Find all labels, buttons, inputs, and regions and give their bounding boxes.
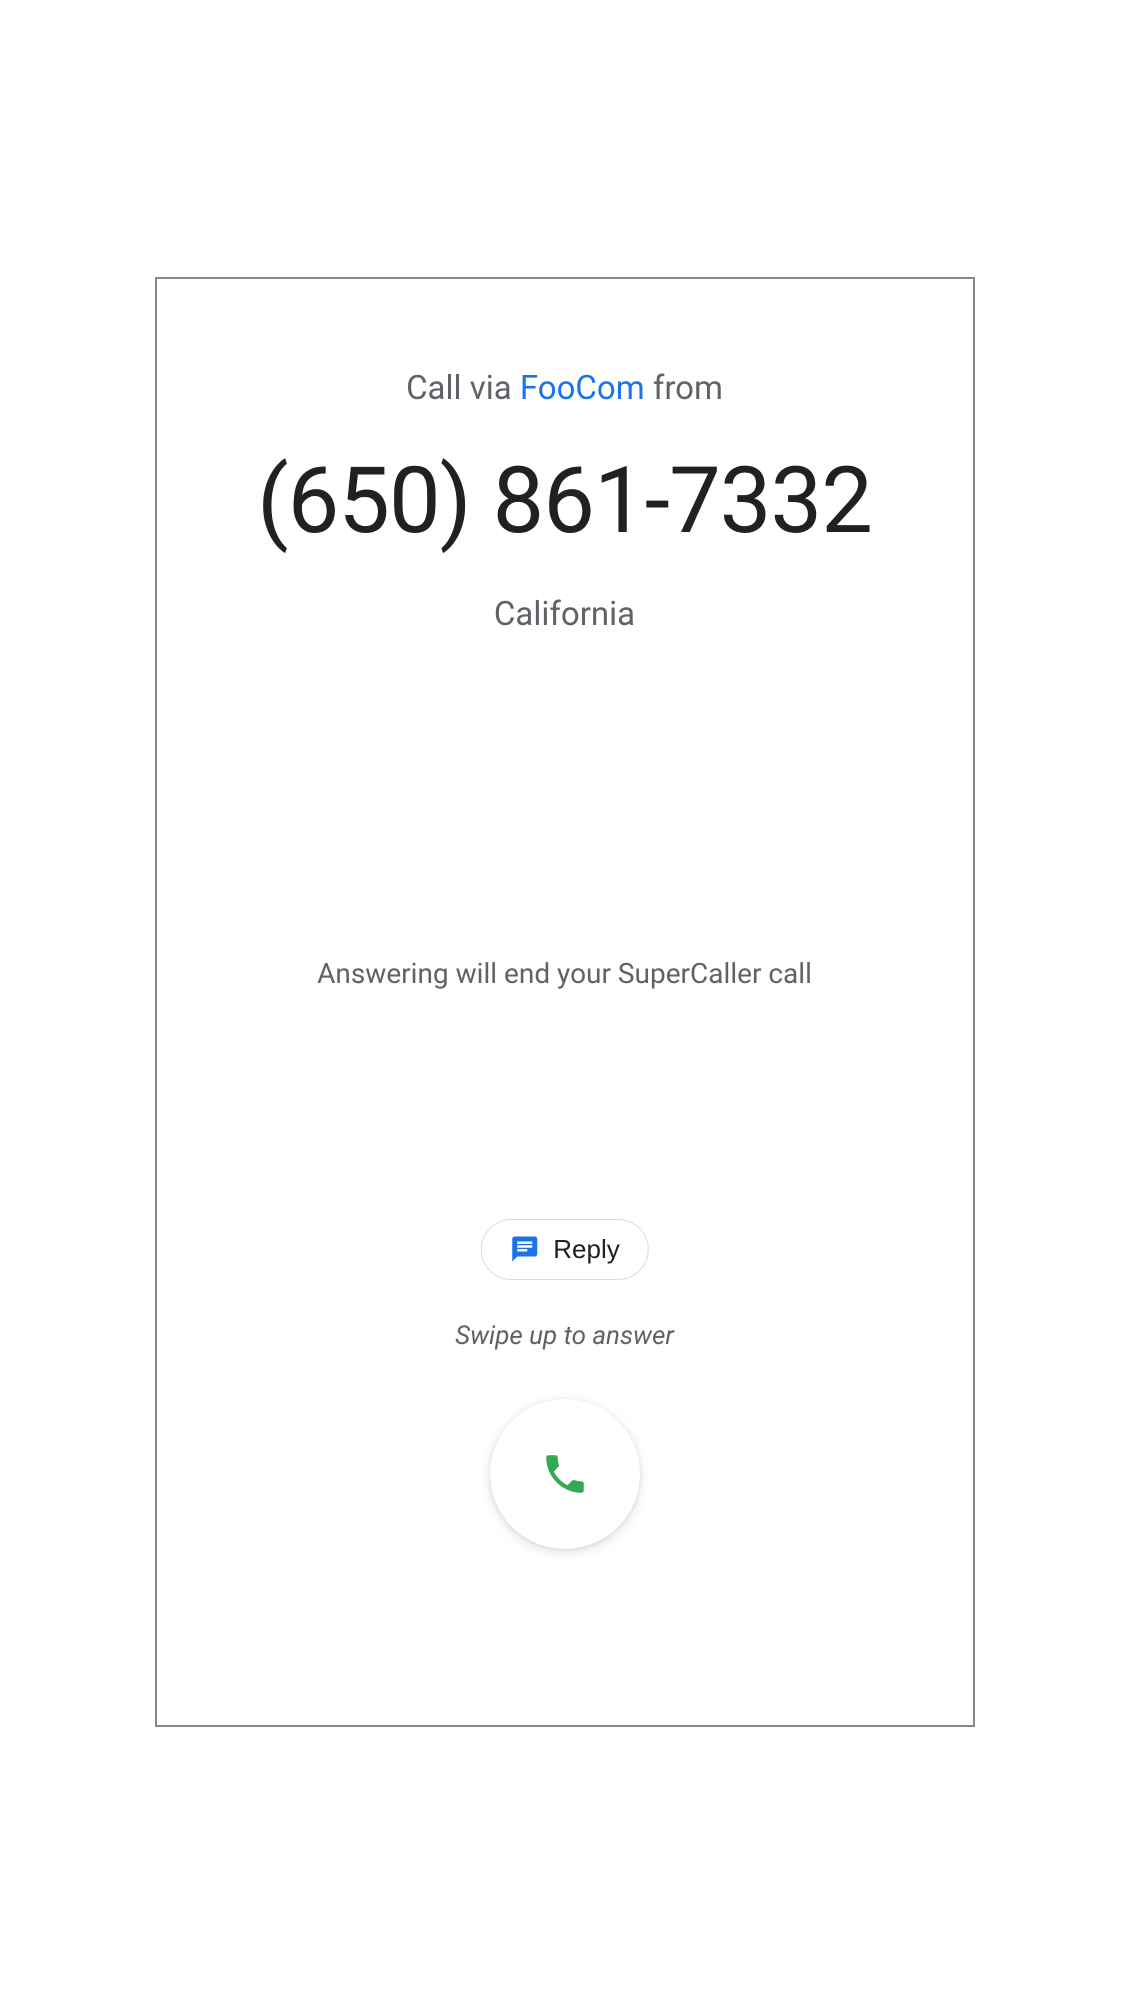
- swipe-hint: Swipe up to answer: [157, 1321, 973, 1351]
- chat-icon: [509, 1234, 539, 1264]
- call-via-prefix: Call via: [406, 369, 520, 408]
- caller-location: California: [494, 595, 635, 634]
- call-via-suffix: from: [645, 369, 723, 408]
- phone-icon: [540, 1449, 590, 1499]
- call-via-label: Call via FooCom from: [406, 369, 723, 408]
- reply-button[interactable]: Reply: [480, 1219, 648, 1280]
- call-switch-warning: Answering will end your SuperCaller call: [157, 957, 973, 990]
- caller-phone-number: (650) 861-7332: [257, 448, 872, 555]
- call-provider-link[interactable]: FooCom: [520, 369, 645, 408]
- answer-button[interactable]: [490, 1399, 640, 1549]
- reply-button-label: Reply: [553, 1234, 619, 1265]
- incoming-call-screen: Call via FooCom from (650) 861-7332 Cali…: [155, 277, 975, 1727]
